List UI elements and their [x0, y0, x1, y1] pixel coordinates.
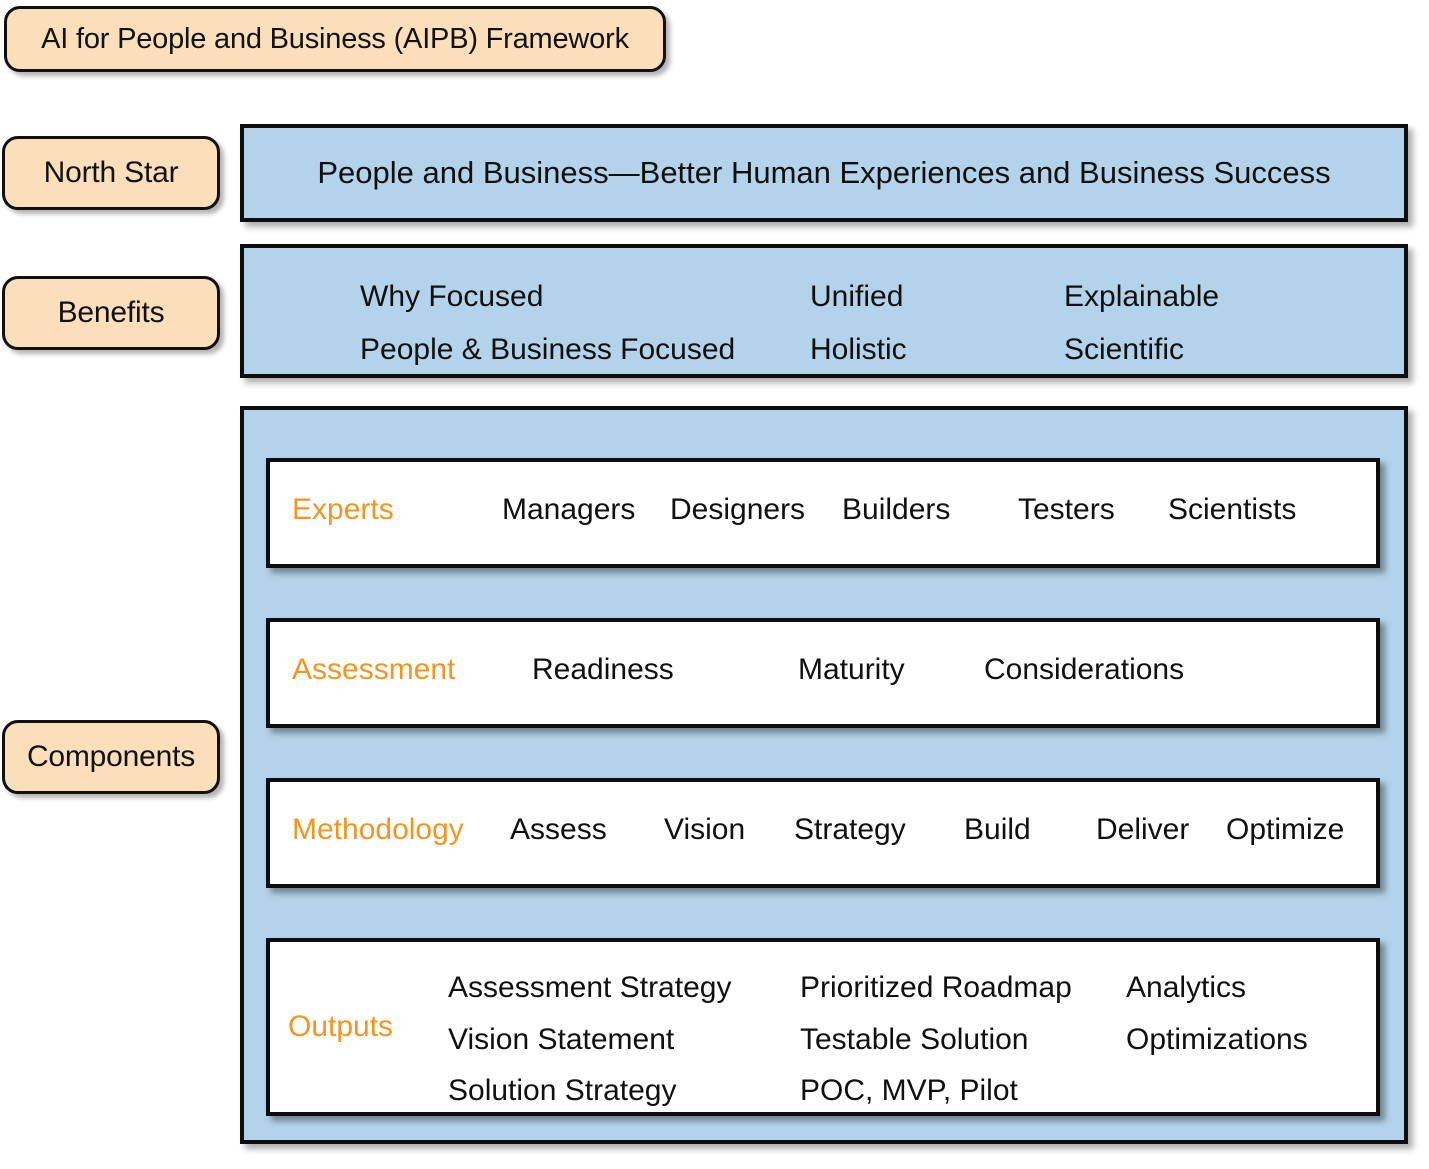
- components-row-outputs: Outputs Assessment Strategy Vision State…: [266, 938, 1380, 1116]
- north-star-statement: People and Business—Better Human Experie…: [317, 155, 1331, 190]
- benefits-panel: Why Focused People & Business Focused Un…: [240, 244, 1408, 378]
- outputs-item: Analytics: [1126, 971, 1247, 1004]
- methodology-item-deliver: Deliver: [1096, 813, 1190, 846]
- outputs-item: Assessment Strategy: [448, 971, 732, 1004]
- row-label-assessment: Assessment: [292, 653, 456, 686]
- outputs-item: POC, MVP, Pilot: [800, 1074, 1018, 1108]
- row-label-methodology: Methodology: [292, 813, 464, 846]
- row-content: Methodology Assess Vision Strategy Build…: [270, 815, 1376, 851]
- experts-item-scientists: Scientists: [1168, 493, 1297, 526]
- benefit-item: People & Business Focused: [360, 333, 736, 367]
- outputs-item: Testable Solution: [800, 1022, 1029, 1056]
- components-panel: Experts Managers Designers Builders Test…: [240, 406, 1408, 1144]
- framework-title-box: AI for People and Business (AIPB) Framew…: [4, 6, 666, 72]
- row-label-experts: Experts: [292, 493, 394, 526]
- label-benefits-text: Benefits: [57, 296, 165, 329]
- outputs-column-3: Analytics Optimizations: [1126, 962, 1308, 1065]
- methodology-item-vision: Vision: [664, 813, 746, 846]
- experts-item-builders: Builders: [842, 493, 951, 526]
- experts-item-managers: Managers: [502, 493, 636, 526]
- outputs-item: Optimizations: [1126, 1022, 1308, 1056]
- methodology-item-build: Build: [964, 813, 1031, 846]
- benefit-item: Unified: [810, 280, 904, 313]
- methodology-item-optimize: Optimize: [1226, 813, 1345, 846]
- label-components: Components: [2, 720, 220, 794]
- benefit-item: Holistic: [810, 333, 907, 367]
- benefits-column-1: Why Focused People & Business Focused: [360, 270, 735, 377]
- outputs-item: Solution Strategy: [448, 1074, 677, 1108]
- components-row-experts: Experts Managers Designers Builders Test…: [266, 458, 1380, 568]
- assessment-item-considerations: Considerations: [984, 653, 1185, 686]
- experts-item-designers: Designers: [670, 493, 806, 526]
- label-north-star: North Star: [2, 136, 220, 210]
- page-title: AI for People and Business (AIPB) Framew…: [41, 22, 629, 55]
- assessment-item-readiness: Readiness: [532, 653, 674, 686]
- components-row-assessment: Assessment Readiness Maturity Considerat…: [266, 618, 1380, 728]
- methodology-item-strategy: Strategy: [794, 813, 906, 846]
- outputs-item: Prioritized Roadmap: [800, 971, 1072, 1004]
- outputs-column-1: Assessment Strategy Vision Statement Sol…: [448, 962, 731, 1117]
- label-north-star-text: North Star: [43, 156, 179, 189]
- methodology-item-assess: Assess: [510, 813, 607, 846]
- row-label-outputs: Outputs: [288, 1010, 394, 1043]
- outputs-item: Vision Statement: [448, 1022, 675, 1056]
- label-benefits: Benefits: [2, 276, 220, 350]
- benefit-item: Why Focused: [360, 280, 544, 313]
- label-components-text: Components: [26, 740, 196, 773]
- row-content: Assessment Readiness Maturity Considerat…: [270, 655, 1376, 691]
- north-star-panel: People and Business—Better Human Experie…: [240, 124, 1408, 222]
- components-row-methodology: Methodology Assess Vision Strategy Build…: [266, 778, 1380, 888]
- outputs-column-2: Prioritized Roadmap Testable Solution PO…: [800, 962, 1072, 1117]
- assessment-item-maturity: Maturity: [798, 653, 905, 686]
- experts-item-testers: Testers: [1018, 493, 1115, 526]
- benefit-item: Scientific: [1064, 333, 1185, 367]
- benefits-column-2: Unified Holistic: [810, 270, 907, 377]
- benefits-column-3: Explainable Scientific: [1064, 270, 1219, 377]
- row-content: Experts Managers Designers Builders Test…: [270, 495, 1376, 531]
- benefit-item: Explainable: [1064, 280, 1220, 313]
